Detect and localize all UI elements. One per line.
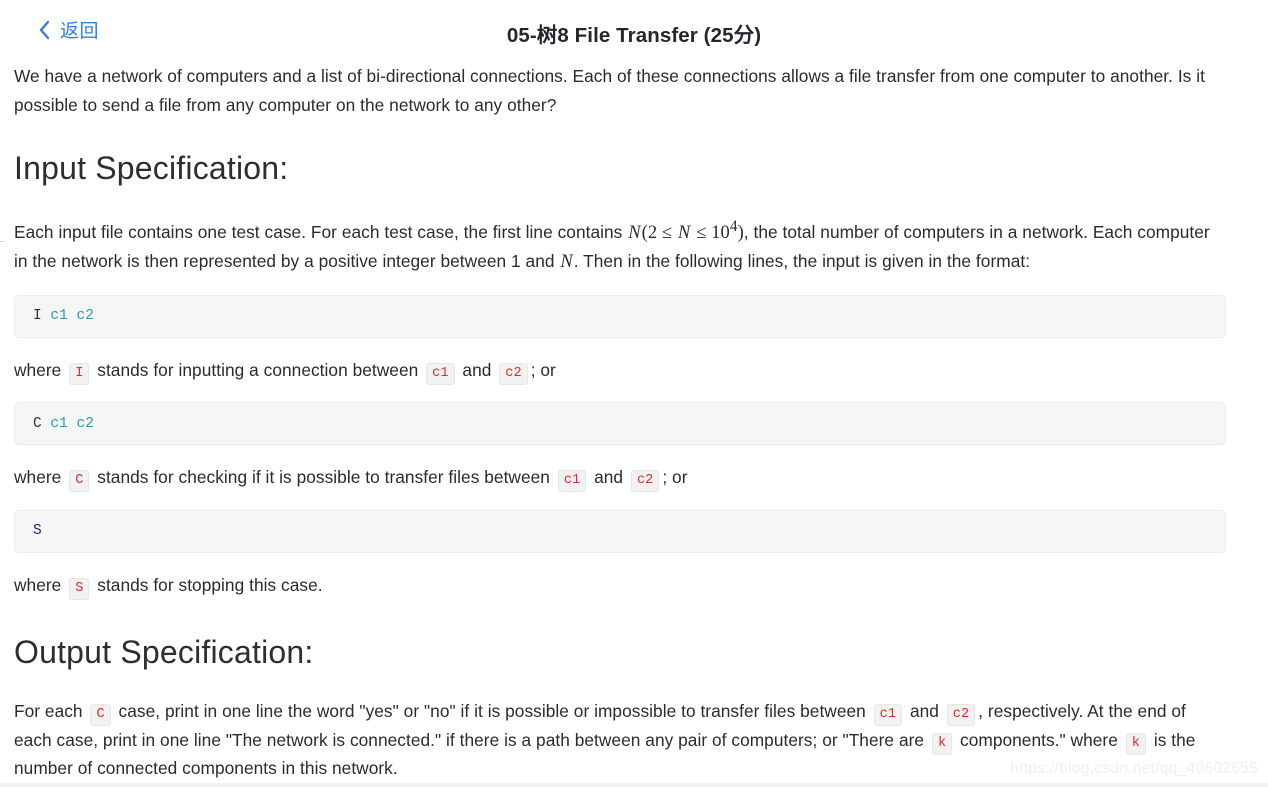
where-prefix: where (14, 359, 62, 380)
inline-code-c1: c1 (873, 704, 903, 727)
code-command: S (33, 523, 42, 540)
output-text-3: and (909, 701, 939, 722)
math-n-third: N (560, 252, 573, 273)
where-middle-text: stands for stopping this case. (97, 574, 323, 595)
output-specification-heading: Output Specification: (14, 634, 314, 671)
inline-code-c2: c2 (499, 362, 528, 385)
code-block-check: C c1 c2 (14, 402, 1226, 446)
code-arguments: c1 c2 (50, 308, 94, 325)
input-specification-paragraph: Each input file contains one test case. … (14, 213, 1226, 277)
inline-code-c: C (69, 470, 90, 493)
where-middle-text: stands for inputting a connection betwee… (97, 359, 419, 380)
code-block-input-content: I c1 c2 (33, 309, 94, 324)
code-block-stop: S (14, 509, 1226, 553)
inline-code-i: I (69, 362, 90, 385)
code-command: I (33, 308, 42, 325)
intro-paragraph: We have a network of computers and a lis… (14, 66, 1205, 115)
where-suffix-text: ; or (530, 359, 556, 380)
math-n-first: N (628, 222, 641, 243)
page-header: 返回 05-树8 File Transfer (25分) (0, 0, 1268, 62)
math-le-second: ≤ (696, 222, 707, 243)
where-join-text: and (594, 467, 624, 488)
output-specification-paragraph: For each C case, print in one line the w… (14, 697, 1226, 783)
math-paren-open: (2 (641, 222, 662, 243)
where-join-text: and (462, 359, 492, 380)
inline-code-c1: c1 (426, 362, 455, 385)
inline-code-k-first: k (931, 732, 953, 755)
inline-code-c: C (90, 704, 111, 727)
where-line-check: where C stands for checking if it is pos… (14, 463, 1226, 493)
page-title: 05-树8 File Transfer (25分) (506, 24, 762, 47)
math-power-exponent: 4 (729, 217, 738, 235)
where-prefix: where (14, 574, 62, 595)
problem-content: We have a network of computers and a lis… (0, 62, 1240, 783)
scroll-edge-tick (0, 241, 5, 242)
where-middle-text: stands for checking if it is possible to… (97, 467, 550, 488)
code-block-check-content: C c1 c2 (33, 415, 94, 432)
code-block-input: I c1 c2 (14, 294, 1226, 338)
math-power: 104 (711, 218, 737, 243)
input-specification-heading: Input Specification: (14, 150, 289, 186)
where-prefix: where (14, 467, 62, 488)
where-suffix-text: ; or (662, 467, 688, 488)
bottom-edge (0, 783, 1268, 787)
where-line-input: where I stands for inputting a connectio… (14, 356, 1226, 385)
inline-code-c2: c2 (630, 470, 660, 493)
inline-code-c2: c2 (946, 704, 976, 727)
code-command: C (33, 415, 42, 432)
inline-code-s: S (69, 577, 90, 600)
output-text-1: For each (14, 701, 83, 722)
where-line-stop: where S stands for stopping this case. (14, 571, 1226, 600)
math-n-second: N (677, 222, 691, 243)
output-text-5: components." where (960, 729, 1118, 750)
inline-code-k-second: k (1125, 732, 1146, 755)
inline-code-c1: c1 (557, 470, 587, 493)
math-power-base: 10 (711, 222, 730, 243)
math-le-first: ≤ (661, 222, 673, 243)
code-block-stop-content: S (33, 524, 42, 539)
output-text-2: case, print in one line the word "yes" o… (118, 701, 866, 722)
input-spec-text-1: Each input file contains one test case. … (14, 221, 628, 242)
code-arguments: c1 c2 (50, 415, 94, 432)
input-spec-text-3: . Then in the following lines, the input… (573, 251, 1031, 272)
